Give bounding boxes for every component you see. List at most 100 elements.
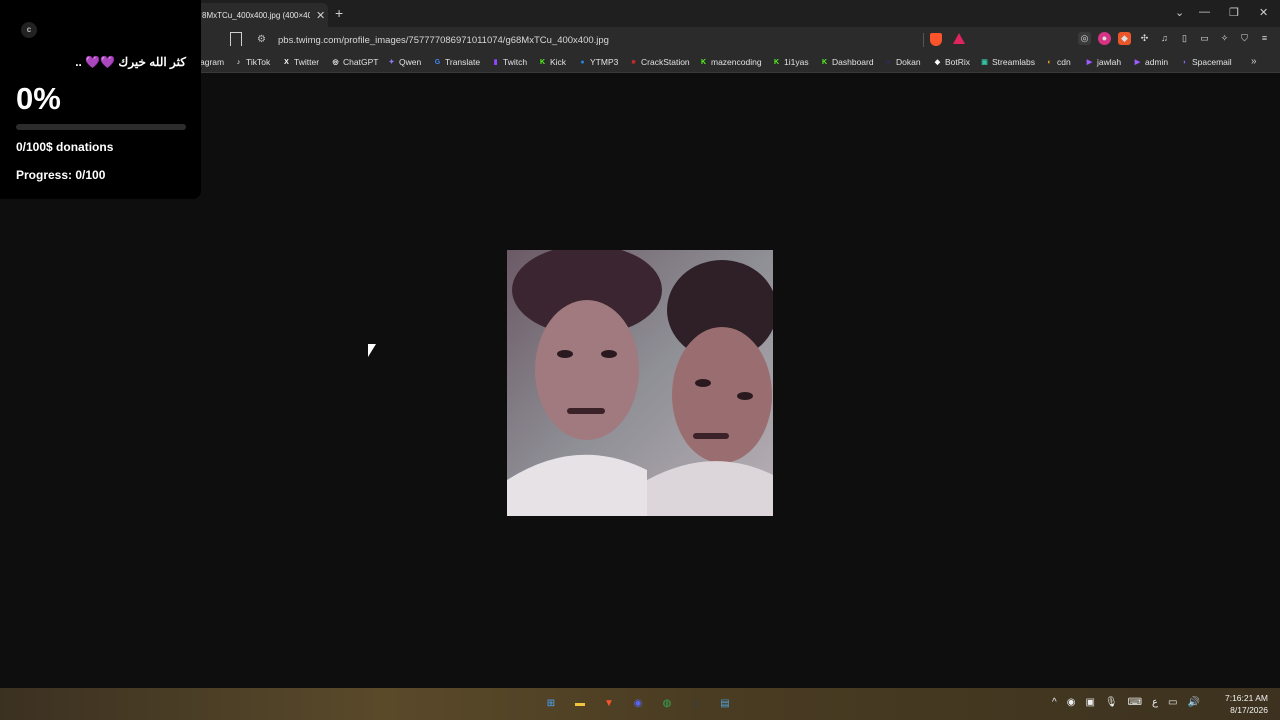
bookmark-kick[interactable]: K Kick [538,57,566,67]
tray-icon-6[interactable]: ▭ [1168,697,1177,708]
bookmark-label: TikTok [246,57,271,67]
widget-title: كثر الله خيرك 💜💜 .. [75,55,186,69]
vpn-icon[interactable]: ⛉ [1238,32,1251,45]
file-explorer-icon[interactable]: ▬ [570,694,590,714]
minimize-button[interactable]: — [1199,6,1210,18]
extensions-icon[interactable]: ✣ [1138,32,1151,45]
bookmark-favicon-icon: ● [580,58,585,66]
bookmark-favicon-icon: ◗ [1182,58,1187,66]
bookmark-label: Twitch [503,57,528,67]
bookmark-ytmp3[interactable]: ● YTMP3 [578,57,618,67]
tray-icon-5[interactable]: ع [1152,697,1158,708]
menu-icon[interactable]: ≡ [1258,32,1271,45]
goal-progress-bar [16,124,186,130]
bookmark-spacemail[interactable]: ◗ Spacemail [1180,57,1232,67]
bookmark-favicon-icon: ▮ [493,58,498,66]
bookmark-favicon-icon: ▶ [1134,58,1141,66]
bookmark-jawlah[interactable]: ▶ jawlah [1085,57,1121,67]
active-tab[interactable]: 8MxTCu_400x400.jpg (400×400) ✕ [196,3,328,27]
bookmark-label: YTMP3 [590,57,619,67]
tray-icon-7[interactable]: 🔊 [1187,697,1199,708]
bookmark-label: ChatGPT [343,57,379,67]
obs-icon[interactable]: ◎ [686,694,706,714]
close-window-button[interactable]: ✕ [1259,6,1268,19]
widget-logo-icon: c [21,22,37,38]
extension-pink-icon[interactable]: ● [1098,32,1111,45]
bookmark-agram[interactable]: agram [200,57,224,67]
brave-rewards-icon[interactable] [953,33,965,44]
windows-start-icon[interactable]: ⊞ [541,694,561,714]
bookmark-favicon-icon: ♪ [236,58,241,66]
notepad-icon[interactable]: ▤ [715,694,735,714]
goal-percent: 0% [16,81,61,116]
tray-icon-0[interactable]: ^ [1052,697,1057,708]
bookmark-label: Dokan [896,57,921,67]
progress-text: Progress: 0/100 [16,168,106,182]
site-info-icon[interactable]: ⚙ [257,34,266,45]
bookmarks-overflow-icon[interactable]: » [1251,56,1257,67]
tab-search-dropdown-icon[interactable]: ⌄ [1175,6,1184,19]
new-tab-button[interactable]: + [335,5,343,21]
bookmark-favicon-icon: ◆ [934,58,941,66]
bookmark-favicon-icon: K [773,58,780,66]
extension-orange-icon[interactable]: ◆ [1118,32,1131,45]
bookmark-1i1yas[interactable]: K 1i1yas [772,57,809,67]
bookmark-botrix[interactable]: ◆ BotRix [933,57,970,67]
bookmark-label: Streamlabs [992,57,1035,67]
bookmark-mazencoding[interactable]: Kmazencoding [699,57,762,67]
discord-icon[interactable]: ◉ [628,694,648,714]
bookmark-streamlabs[interactable]: ▣ Streamlabs [980,57,1035,67]
tray-icon-2[interactable]: ▣ [1085,697,1094,708]
bookmark-label: Twitter [294,57,320,67]
sidebar-icon[interactable]: ▯ [1178,32,1191,45]
donation-goal-widget: c كثر الله خيرك 💜💜 .. 0% 0/100$ donation… [0,0,201,199]
bookmark-label: BotRix [945,57,971,67]
clock-date: 8/17/2026 [1230,705,1268,715]
bookmark-dokan[interactable]: ● Dokan [884,57,921,67]
restore-button[interactable]: ❐ [1229,6,1239,19]
bookmark-dashboard[interactable]: K Dashboard [820,57,874,67]
bookmark-label: Dashboard [832,57,874,67]
bookmark-chatgpt[interactable]: ◎ ChatGPT [331,57,378,67]
tray-icon-1[interactable]: ◉ [1067,697,1076,708]
bookmark-label: 1i1yas [784,57,809,67]
brave-browser-icon[interactable]: ▼ [599,694,619,714]
bookmark-icon[interactable] [230,32,242,46]
clock-time: 7:16:21 AM [1224,693,1268,703]
bookmark-admin[interactable]: ▶ admin [1133,57,1168,67]
bookmark-twitch[interactable]: ▮ Twitch [491,57,528,67]
bookmark-qwen[interactable]: ✦ Qwen [387,57,422,67]
bookmark-favicon-icon: G [434,58,441,66]
bookmark-label: CrackStation [641,57,690,67]
bookmark-label: Kick [550,57,567,67]
bookmark-label: agram [200,57,225,67]
extension-glasses-icon[interactable]: ◎ [1078,32,1091,45]
system-clock[interactable]: 7:16:21 AM 8/17/2026 [1222,692,1268,716]
bookmark-favicon-icon: ▶ [1086,58,1093,66]
address-bar[interactable]: pbs.twimg.com/profile_images/75777708697… [278,35,609,46]
bookmark-cdn[interactable]: ◐ cdn [1045,57,1071,67]
tray-icon-4[interactable]: ⌨ [1128,697,1142,708]
tray-icon-3[interactable]: 🎙 [1105,697,1118,708]
bookmark-favicon-icon: K [821,58,828,66]
bookmark-label: cdn [1057,57,1071,67]
bookmark-crackstation[interactable]: ■ CrackStation [629,57,690,67]
tab-title: 8MxTCu_400x400.jpg (400×400) [202,10,310,20]
wallet-icon[interactable]: ▭ [1198,32,1211,45]
bookmark-label: Qwen [399,57,422,67]
bookmark-favicon-icon: ◐ [1047,58,1052,66]
bookmark-twitter[interactable]: X Twitter [282,57,319,67]
brave-shield-icon[interactable] [930,33,942,46]
bookmark-tiktok[interactable]: ♪ TikTok [234,57,271,67]
bookmark-label: Spacemail [1192,57,1232,67]
toolbar-divider [923,33,924,47]
mouse-cursor-icon [368,344,376,357]
leo-icon[interactable]: ✧ [1218,32,1231,45]
bookmark-label: admin [1145,57,1169,67]
bookmark-favicon-icon: X [284,58,289,66]
chrome-icon[interactable]: ◍ [657,694,677,714]
bookmark-label: Translate [445,57,481,67]
close-tab-icon[interactable]: ✕ [316,9,325,22]
media-icon[interactable]: ♫ [1158,32,1171,45]
bookmark-translate[interactable]: G Translate [433,57,480,67]
